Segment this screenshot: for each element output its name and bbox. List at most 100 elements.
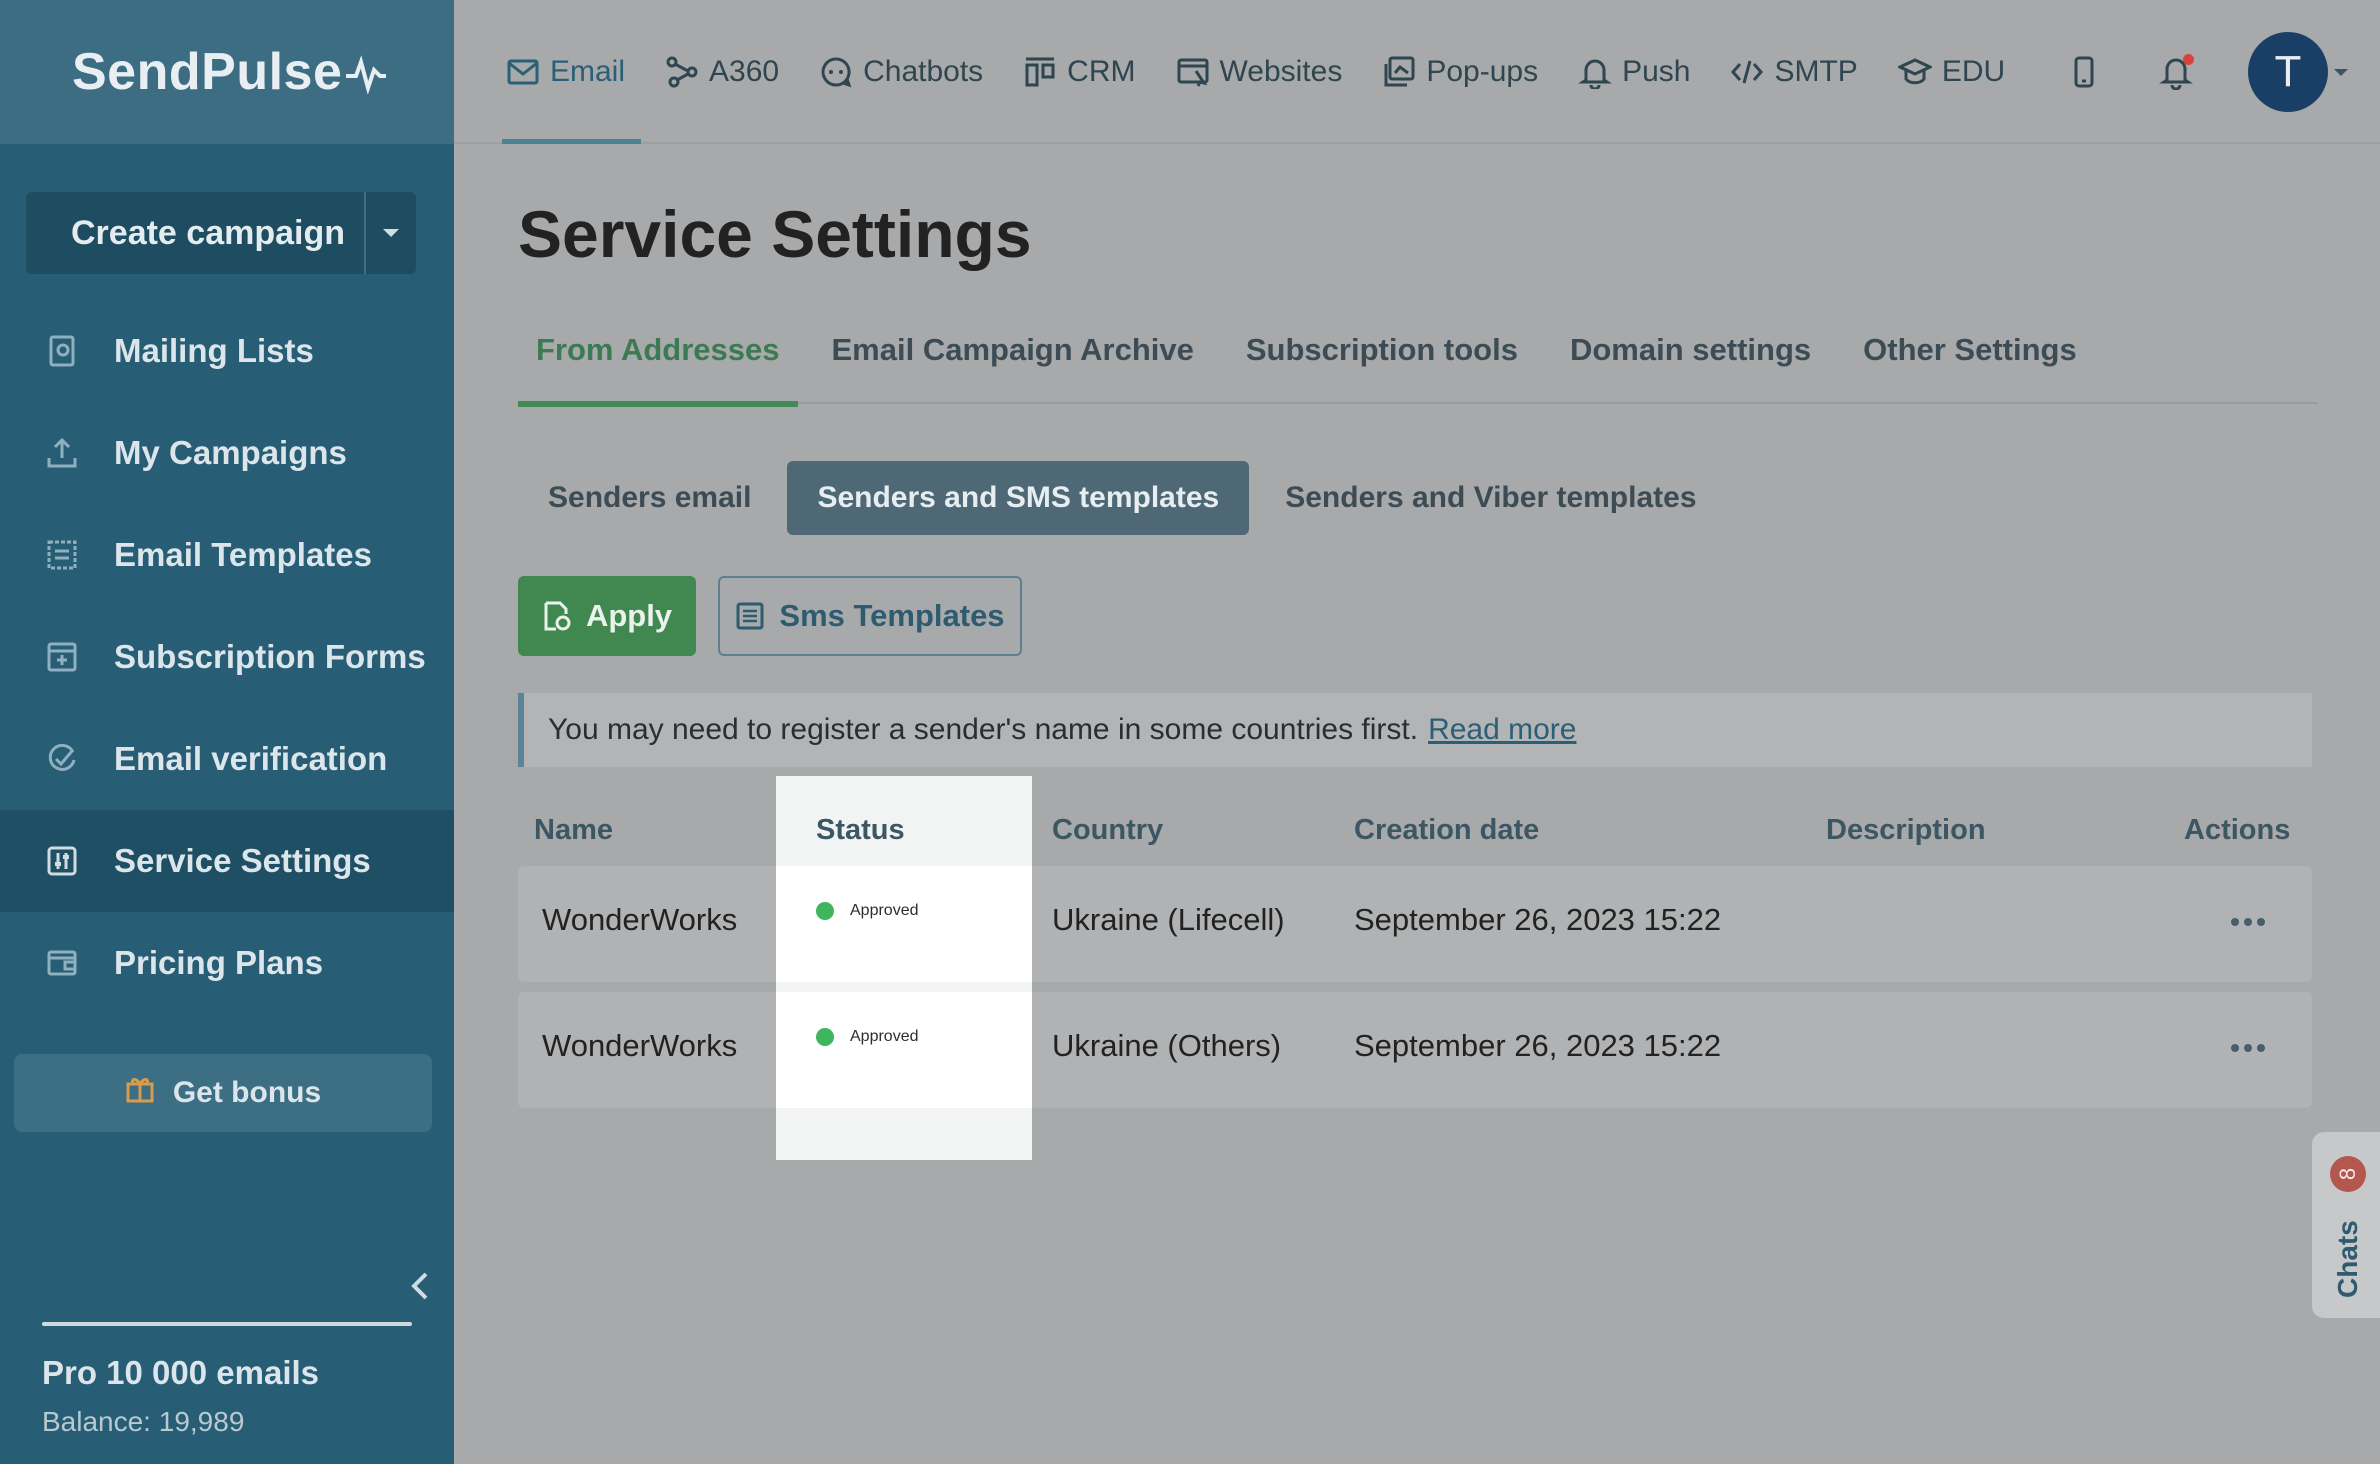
logo-bar: SendPulse	[0, 0, 454, 144]
subtab-senders-email[interactable]: Senders email	[518, 461, 781, 535]
sidebar-nav: Mailing Lists My Campaigns Email Templat…	[0, 300, 454, 1014]
create-campaign-group: Create campaign	[26, 192, 416, 274]
sidebar-item-label: My Campaigns	[114, 434, 347, 471]
crm-icon	[1025, 57, 1055, 87]
table-header: Name Status Country Creation date Descri…	[518, 806, 2312, 860]
forms-icon	[44, 639, 80, 675]
sms-templates-button[interactable]: Sms Templates	[718, 576, 1022, 656]
topnav-label: Email	[550, 55, 626, 88]
column-header-creation-date[interactable]: Creation date	[1354, 814, 1539, 847]
sendpulse-logo[interactable]: SendPulse	[72, 42, 388, 102]
sidebar-item-my-campaigns[interactable]: My Campaigns	[0, 402, 454, 504]
topnav-websites[interactable]: Websites	[1176, 0, 1343, 144]
settings-tabs: From Addresses Email Campaign Archive Su…	[518, 324, 2318, 407]
sidebar-item-label: Pricing Plans	[114, 944, 324, 981]
get-bonus-button[interactable]: Get bonus	[14, 1054, 432, 1132]
creation-date: September 26, 2023 15:22	[1354, 1028, 1722, 1063]
column-header-country[interactable]: Country	[1052, 814, 1163, 847]
notice-text: You may need to register a sender's name…	[548, 713, 1419, 746]
sidebar-item-label: Subscription Forms	[114, 638, 426, 675]
top-right-icons: T	[2064, 0, 2380, 144]
topnav-label: SMTP	[1774, 55, 1858, 88]
topnav-label: Pop-ups	[1426, 55, 1539, 88]
sender-country: Ukraine (Lifecell)	[1052, 902, 1285, 937]
subtab-senders-sms[interactable]: Senders and SMS templates	[787, 461, 1250, 535]
sender-country: Ukraine (Others)	[1052, 1028, 1282, 1063]
status-text: Approved	[850, 902, 919, 919]
sidebar-divider	[42, 1322, 412, 1326]
wallet-icon	[44, 945, 80, 981]
websites-icon	[1177, 58, 1208, 87]
sidebar-item-service-settings[interactable]: Service Settings	[0, 810, 454, 912]
sender-name: WonderWorks	[542, 1028, 738, 1063]
sidebar-item-pricing-plans[interactable]: Pricing Plans	[0, 912, 454, 1014]
topnav-crm[interactable]: CRM	[1023, 0, 1136, 144]
tab-subscription-tools[interactable]: Subscription tools	[1228, 324, 1536, 404]
chatbot-icon	[821, 57, 852, 88]
sidebar-item-label: Mailing Lists	[114, 332, 314, 369]
topnav-push[interactable]: Push	[1578, 0, 1690, 144]
topnav-label: CRM	[1067, 55, 1136, 88]
mobile-icon[interactable]	[2064, 52, 2104, 92]
collapse-sidebar-icon[interactable]	[408, 1268, 432, 1304]
chats-label: Chats	[2332, 1220, 2363, 1298]
a360-icon	[666, 56, 698, 88]
status-dot-icon	[816, 1028, 834, 1046]
tab-other-settings[interactable]: Other Settings	[1845, 324, 2095, 404]
tab-from-addresses[interactable]: From Addresses	[518, 324, 798, 407]
sidebar-item-email-templates[interactable]: Email Templates	[0, 504, 454, 606]
plan-name[interactable]: Pro 10 000 emails	[42, 1354, 319, 1392]
settings-icon	[44, 843, 80, 879]
tab-email-campaign-archive[interactable]: Email Campaign Archive	[814, 324, 1212, 404]
sidebar-item-subscription-forms[interactable]: Subscription Forms	[0, 606, 454, 708]
product-nav: Email A360 Chatbots CRM Websites Pop-ups…	[501, 0, 2045, 144]
graduation-cap-icon	[1897, 58, 1932, 85]
topnav-edu[interactable]: EDU	[1897, 0, 2006, 144]
list-icon	[736, 602, 764, 630]
topnav-smtp[interactable]: SMTP	[1730, 0, 1858, 144]
more-actions-icon[interactable]	[2231, 918, 2270, 926]
read-more-link[interactable]: Read more	[1428, 713, 1576, 747]
balance-text: Balance: 19,989	[42, 1406, 245, 1437]
document-apply-icon	[544, 601, 571, 631]
subtab-senders-viber[interactable]: Senders and Viber templates	[1255, 461, 1726, 535]
topnav-label: Push	[1622, 55, 1691, 88]
push-bell-icon	[1578, 59, 1613, 89]
chats-widget[interactable]: 8 Chats	[2312, 1132, 2380, 1318]
column-header-name[interactable]: Name	[534, 814, 613, 847]
sender-subtabs: Senders email Senders and SMS templates …	[518, 461, 1733, 535]
topnav-popups[interactable]: Pop-ups	[1382, 0, 1538, 144]
topnav-chatbots[interactable]: Chatbots	[819, 0, 983, 144]
chats-count-badge: 8	[2330, 1156, 2366, 1192]
create-campaign-button[interactable]: Create campaign	[26, 192, 364, 274]
avatar-caret-icon[interactable]	[2334, 68, 2348, 76]
topnav-a360[interactable]: A360	[665, 0, 779, 144]
tab-domain-settings[interactable]: Domain settings	[1552, 324, 1829, 404]
status-badge: Approved	[816, 902, 919, 920]
sidebar-item-email-verification[interactable]: Email verification	[0, 708, 454, 810]
create-campaign-dropdown[interactable]	[364, 192, 416, 274]
sidebar-item-mailing-lists[interactable]: Mailing Lists	[0, 300, 454, 402]
notifications-bell-icon[interactable]	[2156, 52, 2196, 92]
avatar[interactable]: T	[2248, 32, 2328, 112]
top-bar: Email A360 Chatbots CRM Websites Pop-ups…	[454, 0, 2380, 144]
topnav-email[interactable]: Email	[501, 0, 642, 144]
column-header-status[interactable]: Status	[816, 814, 905, 847]
topnav-label: Chatbots	[863, 55, 984, 88]
notification-dot	[2183, 54, 2194, 65]
templates-icon	[44, 537, 80, 573]
sidebar-item-label: Service Settings	[114, 842, 371, 879]
topnav-label: Websites	[1219, 55, 1343, 88]
popups-icon	[1384, 56, 1415, 87]
sidebar: SendPulse Create campaign Mailing Lists …	[0, 0, 454, 1464]
info-notice: You may need to register a sender's name…	[518, 693, 2312, 767]
apply-button[interactable]: Apply	[518, 576, 696, 656]
topnav-label: A360	[709, 55, 780, 88]
sms-templates-label: Sms Templates	[779, 598, 1005, 633]
more-actions-icon[interactable]	[2231, 1044, 2270, 1052]
mailing-list-icon	[44, 333, 80, 369]
campaigns-icon	[44, 435, 80, 471]
logo-text: SendPulse	[72, 43, 343, 101]
topnav-label: EDU	[1941, 55, 2006, 88]
status-badge: Approved	[816, 1028, 919, 1046]
